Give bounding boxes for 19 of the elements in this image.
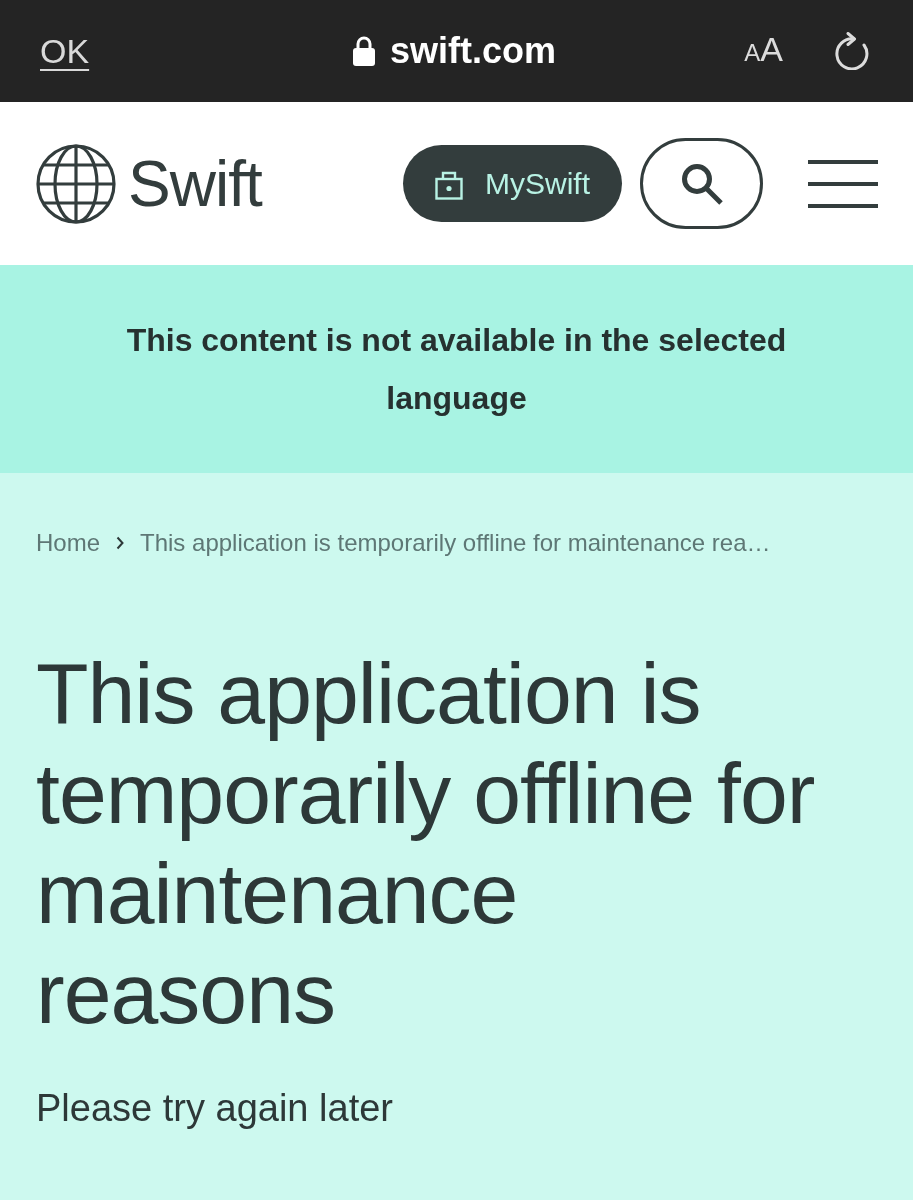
account-button[interactable]: MySwift (403, 145, 622, 222)
reload-icon (833, 32, 869, 70)
globe-icon (36, 143, 116, 224)
language-notice-text: This content is not available in the selected language (125, 321, 788, 418)
logo-link[interactable]: Swift (36, 143, 262, 224)
breadcrumb-link[interactable]: Home (36, 525, 101, 561)
page-title: This application is temporarily offline for maintenance reasons (36, 644, 816, 1043)
done-button[interactable]: OK (40, 31, 90, 71)
text-size-button[interactable]: AA (744, 29, 783, 73)
menu-button[interactable] (808, 159, 878, 208)
logo-wordmark: Swift (128, 148, 262, 219)
address-field[interactable]: swift.com (353, 26, 556, 76)
page-message: Please try again later (36, 1086, 394, 1131)
menu-icon (808, 159, 878, 208)
breadcrumb-current: This application is temporarily offline for maintenance rea… (140, 528, 771, 558)
search-icon (679, 161, 724, 206)
reload-button[interactable] (833, 32, 869, 70)
search-button[interactable] (640, 138, 763, 229)
chevron-icon (116, 536, 125, 550)
